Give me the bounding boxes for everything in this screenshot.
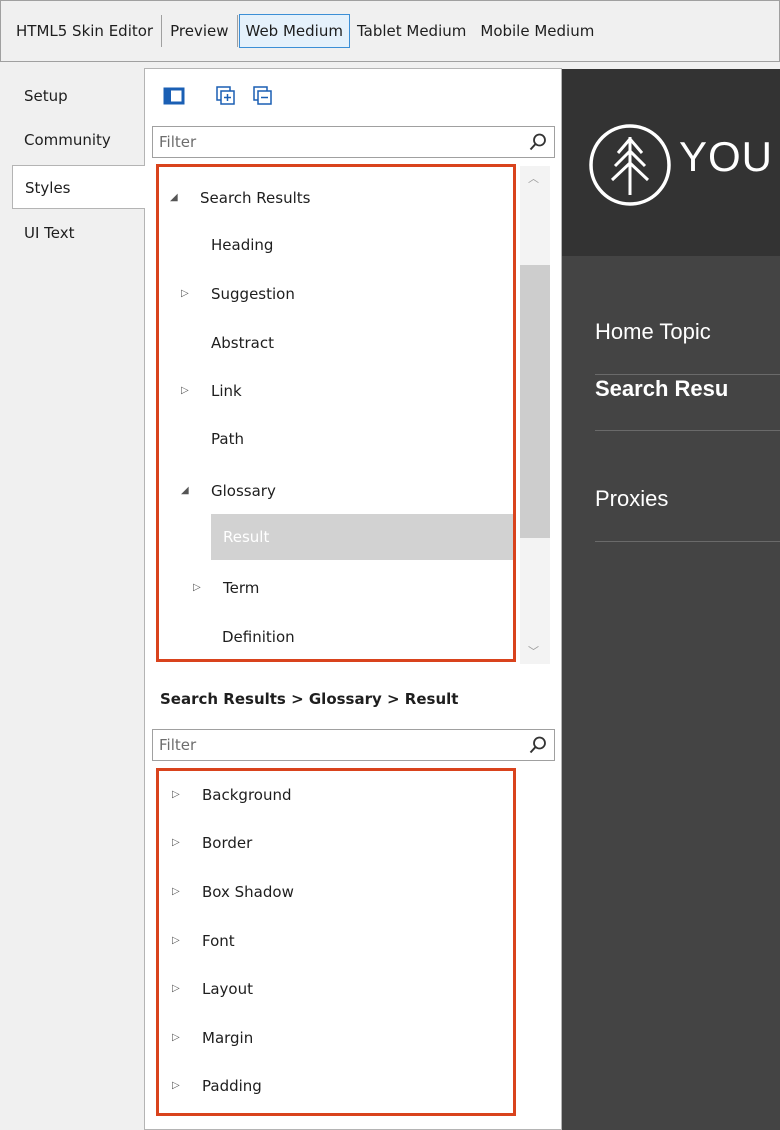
tree-logo-icon [588, 123, 672, 211]
top-toolbar: HTML5 Skin Editor Preview Web Medium Tab… [0, 0, 780, 62]
preview-menu-proxies[interactable]: Proxies [595, 471, 780, 527]
toolbar-preview[interactable]: Preview [163, 14, 235, 48]
toolbar-mobile-medium[interactable]: Mobile Medium [473, 14, 601, 48]
tab-setup[interactable]: Setup [12, 74, 144, 118]
style-breadcrumb: Search Results > Glossary > Result [160, 690, 459, 708]
tab-community[interactable]: Community [12, 118, 144, 162]
search-icon[interactable] [528, 735, 548, 759]
preview-menu-divider [595, 430, 780, 431]
style-filter-input[interactable] [153, 127, 513, 157]
style-filter-field [152, 126, 555, 158]
preview-menu-home-topic[interactable]: Home Topic [595, 304, 780, 360]
preview-menu-search-results[interactable]: Search Resu [595, 361, 780, 417]
toolbar-divider [161, 15, 163, 47]
expand-all-icon[interactable] [215, 85, 237, 107]
skin-preview: YOU Home Topic Search Resu Proxies [562, 69, 780, 1130]
tab-ui-text[interactable]: UI Text [12, 211, 144, 255]
toolbar-web-medium[interactable]: Web Medium [238, 14, 350, 48]
style-tree-highlight [156, 164, 516, 662]
property-filter-field [152, 729, 555, 761]
preview-menu-divider [595, 541, 780, 542]
collapse-all-icon[interactable] [252, 85, 274, 107]
property-filter-input[interactable] [153, 730, 513, 760]
search-icon[interactable] [528, 132, 548, 156]
preview-logo-text: YOU [679, 133, 774, 180]
panel-toggle-icon[interactable] [163, 85, 185, 107]
style-tree-scroll-thumb[interactable] [520, 265, 550, 538]
toolbar-tablet-medium[interactable]: Tablet Medium [350, 14, 473, 48]
tab-styles[interactable]: Styles [12, 165, 145, 209]
toolbar-divider [236, 15, 238, 47]
property-list-highlight [156, 768, 516, 1116]
toolbar-html5-skin-editor[interactable]: HTML5 Skin Editor [9, 14, 160, 48]
scroll-down-icon[interactable]: ﹀ [528, 643, 539, 659]
preview-header: YOU [562, 69, 780, 256]
scroll-up-icon[interactable]: ︿ [528, 170, 539, 186]
